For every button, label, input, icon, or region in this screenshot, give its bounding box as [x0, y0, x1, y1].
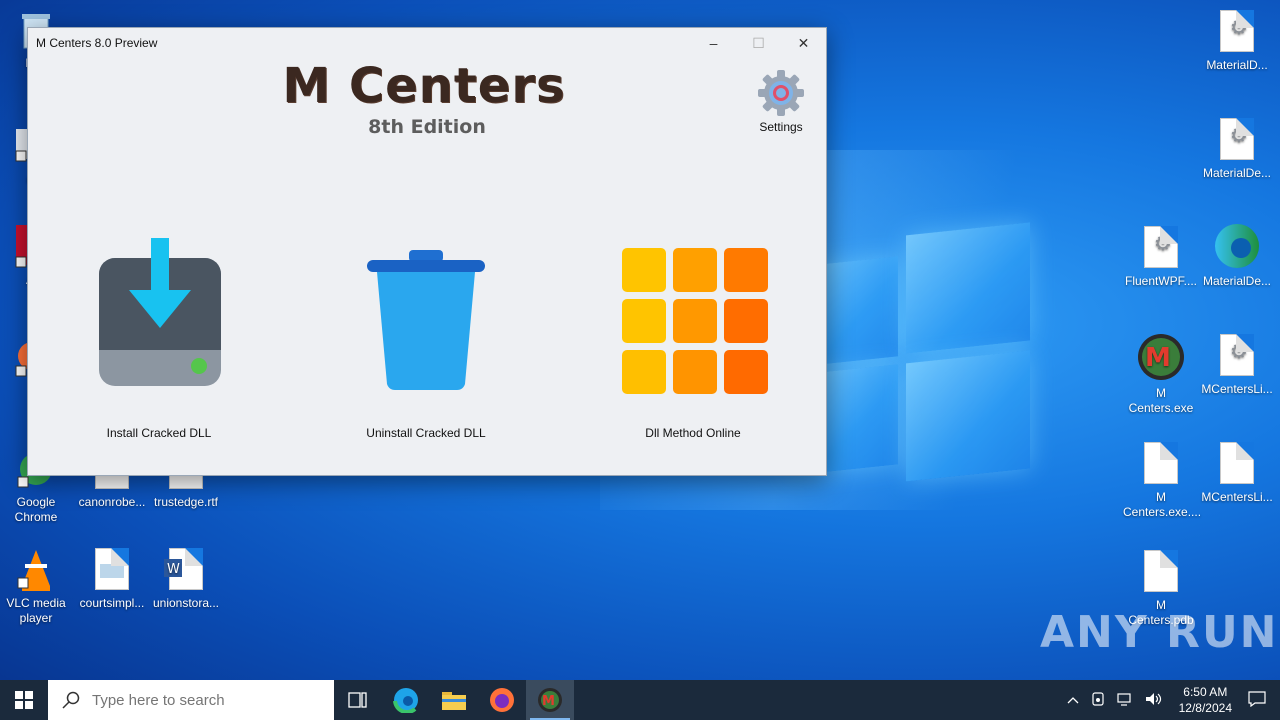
task-view-icon	[348, 692, 367, 708]
desktop-icon-mcentersli-1[interactable]: ⚙ MCentersLi...	[1199, 334, 1275, 397]
file-explorer-taskbar-button[interactable]	[430, 680, 478, 720]
m-centers-app-icon: M	[538, 688, 562, 712]
dll-method-online-label: Dll Method Online	[645, 426, 741, 440]
settings-gear-icon	[756, 68, 806, 118]
system-tray: 6:50 AM 12/8/2024	[1061, 680, 1280, 720]
desktop-icon-mcentersli-2[interactable]: MCentersLi...	[1199, 442, 1275, 505]
grid-tile	[724, 350, 768, 394]
anyrun-watermark: ANY RUN	[1040, 607, 1279, 658]
desktop-icon-materialde-2[interactable]: ⚙ MaterialDe...	[1199, 118, 1275, 181]
grid-tile	[622, 350, 666, 394]
grid-tile	[724, 299, 768, 343]
edge-taskbar-button[interactable]	[382, 680, 430, 720]
install-cracked-dll-button[interactable]: Install Cracked DLL	[49, 238, 269, 440]
clock-time: 6:50 AM	[1183, 685, 1228, 699]
trash-bin-icon	[316, 238, 536, 398]
uninstall-cracked-dll-label: Uninstall Cracked DLL	[366, 426, 486, 440]
desktop-icon-materiald-1[interactable]: ⚙ MaterialD...	[1199, 10, 1275, 73]
uninstall-cracked-dll-button[interactable]: Uninstall Cracked DLL	[316, 238, 536, 440]
desktop-icon-fluentwpf[interactable]: ⚙ FluentWPF....	[1123, 226, 1199, 289]
desktop-icon-unionstora[interactable]: W unionstora...	[148, 548, 224, 611]
desktop-icon-vlc[interactable]: VLC media player	[0, 548, 74, 626]
m-centers-taskbar-button[interactable]: M	[526, 680, 574, 720]
firefox-icon	[490, 688, 514, 712]
svg-text:M: M	[542, 694, 555, 709]
folder-icon	[442, 692, 466, 710]
firefox-taskbar-button[interactable]	[478, 680, 526, 720]
volume-icon[interactable]	[1145, 692, 1163, 709]
app-header: M Centers 8th Edition	[28, 58, 826, 138]
minimize-button[interactable]: –	[691, 28, 736, 58]
notification-icon[interactable]	[1248, 690, 1266, 710]
grid-tile	[724, 248, 768, 292]
install-cracked-dll-label: Install Cracked DLL	[106, 426, 212, 440]
device-icon[interactable]	[1091, 691, 1105, 709]
svg-text:M: M	[1145, 343, 1171, 373]
svg-text:W: W	[167, 562, 180, 577]
m-centers-window: M Centers 8.0 Preview – ☐ ✕ M Centers 8t…	[27, 27, 827, 476]
grid-tile	[673, 248, 717, 292]
start-button[interactable]	[0, 680, 48, 720]
settings-button[interactable]: Settings	[753, 68, 809, 134]
taskbar: M 6:50 AM 12/8/2024	[0, 680, 1280, 720]
edition-label: 8th Edition	[368, 116, 486, 138]
maximize-button[interactable]: ☐	[736, 28, 781, 58]
grid-tile	[673, 350, 717, 394]
drive-download-icon	[49, 238, 269, 398]
title-bar[interactable]: M Centers 8.0 Preview – ☐ ✕	[28, 28, 826, 58]
desktop-icon-m-centers-exe[interactable]: M M Centers.exe	[1123, 332, 1199, 416]
grid-tile	[673, 299, 717, 343]
clock-date: 12/8/2024	[1178, 701, 1232, 715]
tile-grid-icon	[583, 238, 803, 398]
network-icon[interactable]	[1117, 692, 1133, 709]
close-button[interactable]: ✕	[781, 28, 826, 58]
settings-label: Settings	[759, 120, 803, 134]
taskbar-clock[interactable]: 6:50 AM 12/8/2024	[1179, 684, 1232, 716]
grid-tile	[622, 299, 666, 343]
desktop-icon-courtsimpl[interactable]: courtsimpl...	[74, 548, 150, 611]
app-name: M Centers	[282, 58, 566, 114]
desktop-icon-m-centers-exe-config[interactable]: M Centers.exe....	[1123, 442, 1201, 520]
search-input[interactable]	[90, 690, 314, 710]
taskbar-search-box[interactable]	[48, 680, 334, 720]
dll-method-online-button[interactable]: Dll Method Online	[583, 238, 803, 440]
desktop-icon-materialde-edge[interactable]: MaterialDe...	[1199, 222, 1275, 289]
search-icon	[62, 691, 80, 709]
windows-start-icon	[15, 691, 33, 709]
chevron-up-icon[interactable]	[1067, 693, 1079, 707]
window-title: M Centers 8.0 Preview	[36, 36, 158, 50]
grid-tile	[622, 248, 666, 292]
task-view-button[interactable]	[334, 680, 382, 720]
edge-icon	[393, 688, 418, 713]
